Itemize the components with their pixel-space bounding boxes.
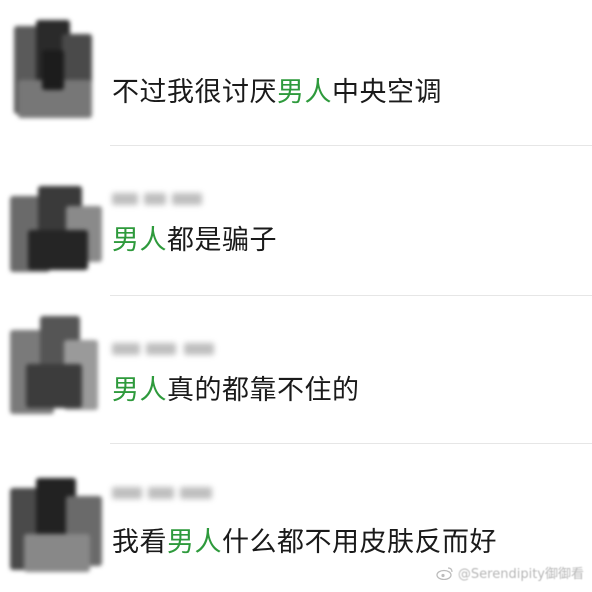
comment-text: 不过我很讨厌男人中央空调 bbox=[112, 76, 442, 110]
comment-text-post: 真的都靠不住的 bbox=[167, 375, 360, 406]
avatar bbox=[12, 20, 98, 120]
comment-item: 男人真的都靠不住的 bbox=[0, 296, 592, 444]
comment-text-pre: 我看 bbox=[112, 527, 167, 558]
comment-highlight: 男人 bbox=[167, 527, 222, 558]
comment-text-post: 中央空调 bbox=[332, 77, 442, 108]
avatar bbox=[10, 316, 100, 420]
watermark: @Serendipity御御看 bbox=[436, 563, 584, 582]
comment-highlight: 男人 bbox=[112, 375, 167, 406]
comment-item: 不过我很讨厌男人中央空调 bbox=[0, 0, 592, 146]
username-blurred bbox=[112, 484, 216, 502]
watermark-text: @Serendipity御御看 bbox=[457, 567, 584, 582]
comment-item: 男人都是骗子 bbox=[0, 146, 592, 296]
comment-highlight: 男人 bbox=[112, 225, 167, 256]
comment-text-pre: 不过我很讨厌 bbox=[112, 77, 277, 108]
weibo-icon bbox=[436, 566, 453, 580]
username-blurred bbox=[112, 340, 222, 358]
comment-text: 我看男人什么都不用皮肤反而好 bbox=[112, 526, 497, 560]
comment-screenshot: 不过我很讨厌男人中央空调 男人都是骗子 男人真的都靠不住的 我看男人什么都不用皮… bbox=[0, 0, 592, 592]
comment-text: 男人真的都靠不住的 bbox=[112, 374, 360, 408]
username-blurred bbox=[112, 190, 212, 208]
avatar bbox=[10, 176, 104, 276]
comment-highlight: 男人 bbox=[277, 77, 332, 108]
avatar bbox=[10, 478, 104, 578]
comment-text-post: 都是骗子 bbox=[167, 225, 277, 256]
comment-text: 男人都是骗子 bbox=[112, 224, 277, 258]
comment-text-post: 什么都不用皮肤反而好 bbox=[222, 527, 497, 558]
